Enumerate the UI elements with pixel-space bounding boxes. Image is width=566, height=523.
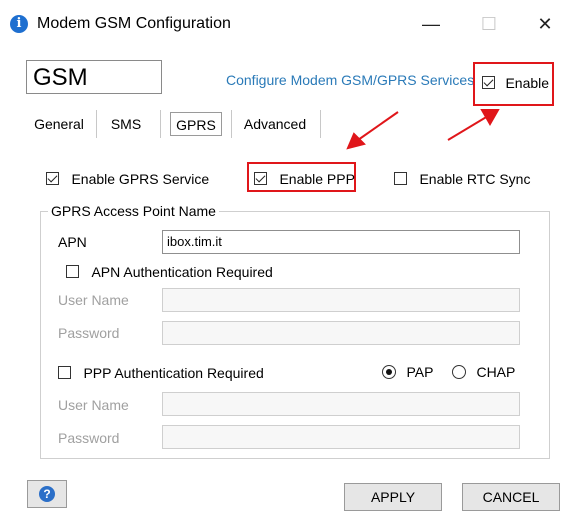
enable-checkbox-row[interactable]: Enable [482, 74, 549, 92]
chap-radio-row[interactable]: CHAP [452, 363, 515, 381]
apply-button[interactable]: APPLY [344, 483, 442, 511]
title-bar: i Modem GSM Configuration — ☐ ✕ [0, 0, 566, 44]
enable-checkbox[interactable] [482, 76, 495, 90]
ppp-auth-label: PPP Authentication Required [83, 364, 264, 381]
configure-services-link[interactable]: Configure Modem GSM/GPRS Services [226, 72, 474, 88]
gprs-apn-legend: GPRS Access Point Name [48, 203, 219, 219]
apn-auth-checkbox[interactable] [66, 265, 79, 279]
tab-separator [160, 110, 161, 138]
tab-general[interactable]: General [30, 112, 88, 136]
enable-rtc-row[interactable]: Enable RTC Sync [394, 170, 530, 188]
enable-ppp-label: Enable PPP [279, 170, 355, 187]
apn-user-input [162, 288, 520, 312]
ppp-auth-checkbox[interactable] [58, 366, 71, 380]
tab-separator [96, 110, 97, 138]
arrow-head-left [346, 132, 366, 150]
enable-rtc-label: Enable RTC Sync [419, 170, 531, 187]
enable-ppp-checkbox[interactable] [254, 172, 267, 186]
help-button[interactable]: ? [27, 480, 67, 508]
apn-user-label: User Name [58, 292, 129, 308]
ppp-user-label: User Name [58, 397, 129, 413]
chap-radio[interactable] [452, 364, 466, 379]
pap-radio-row[interactable]: PAP [382, 363, 433, 381]
module-name-box: GSM [26, 60, 162, 94]
enable-gprs-row[interactable]: Enable GPRS Service [46, 170, 209, 188]
window-title: Modem GSM Configuration [37, 15, 231, 32]
chap-label: CHAP [476, 363, 516, 380]
tab-separator [231, 110, 232, 138]
apn-password-input [162, 321, 520, 345]
ppp-user-input [162, 392, 520, 416]
tab-sms[interactable]: SMS [104, 112, 148, 136]
apn-auth-row[interactable]: APN Authentication Required [66, 263, 273, 281]
maximize-button: ☐ [480, 14, 498, 34]
apn-label: APN [58, 234, 87, 250]
ppp-password-label: Password [58, 430, 120, 446]
apn-auth-label: APN Authentication Required [91, 263, 273, 280]
apn-password-label: Password [58, 325, 120, 341]
tab-gprs[interactable]: GPRS [170, 112, 222, 136]
annotation-arrows [346, 109, 500, 150]
apn-input[interactable]: ibox.tim.it [162, 230, 520, 254]
enable-label: Enable [505, 74, 550, 91]
pap-radio[interactable] [382, 364, 396, 379]
enable-ppp-row[interactable]: Enable PPP [254, 170, 355, 188]
cancel-button[interactable]: CANCEL [462, 483, 560, 511]
close-button[interactable]: ✕ [522, 8, 566, 40]
ppp-auth-row[interactable]: PPP Authentication Required [58, 364, 264, 382]
arrow-line-left [357, 111, 399, 141]
minimize-button[interactable]: — [408, 8, 454, 40]
info-icon: i [10, 15, 28, 33]
enable-gprs-label: Enable GPRS Service [71, 170, 210, 187]
ppp-password-input [162, 425, 520, 449]
arrow-line-right [447, 115, 489, 141]
pap-label: PAP [406, 363, 434, 380]
tab-advanced[interactable]: Advanced [238, 112, 312, 136]
tab-separator [320, 110, 321, 138]
help-icon: ? [39, 486, 55, 502]
enable-rtc-checkbox[interactable] [394, 172, 407, 186]
enable-gprs-checkbox[interactable] [46, 172, 59, 186]
